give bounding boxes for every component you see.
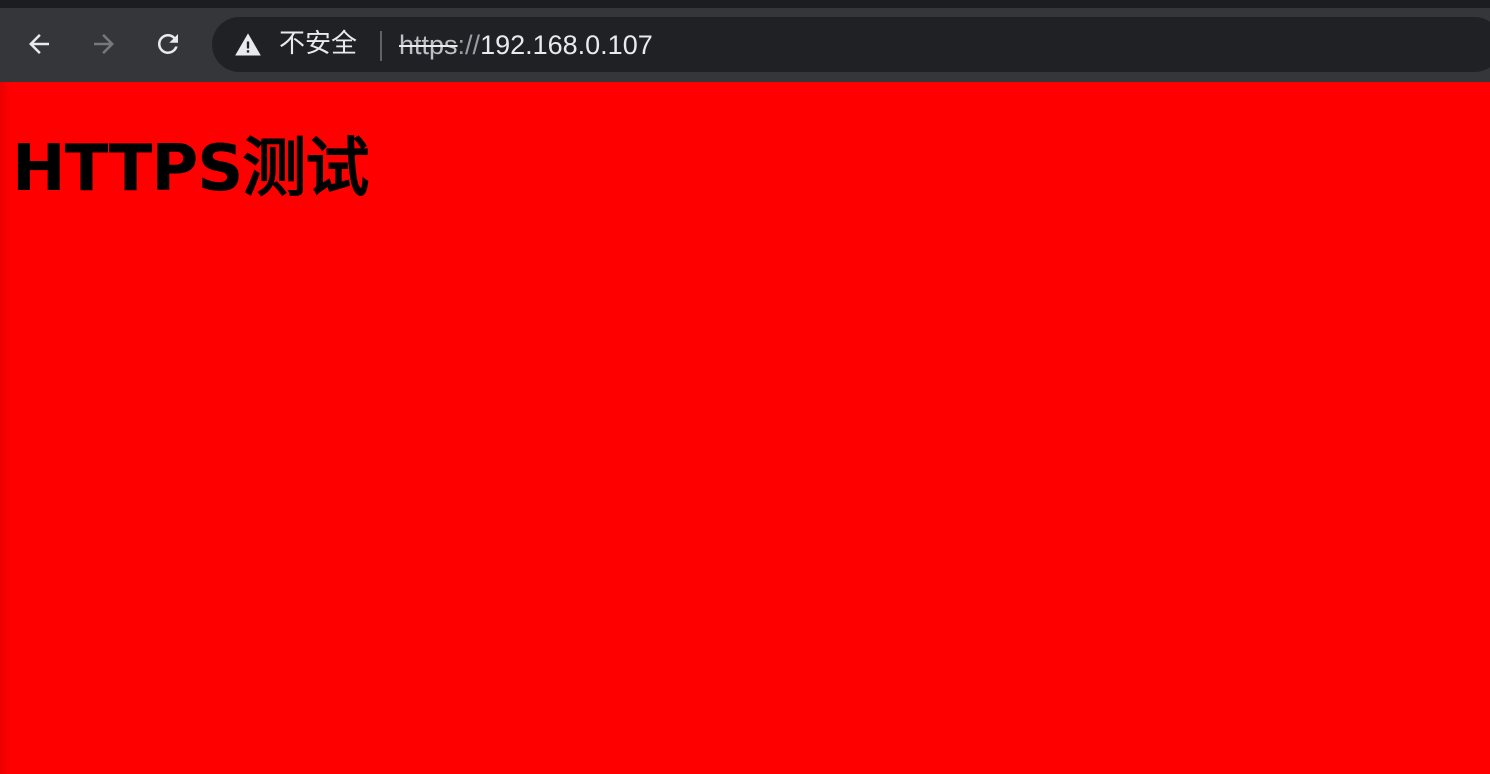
arrow-left-icon <box>29 34 49 54</box>
url-scheme: https <box>399 30 458 60</box>
omnibox-divider <box>380 31 382 61</box>
page-viewport: HTTPS测试 <box>0 82 1490 774</box>
forward-button[interactable] <box>86 26 122 62</box>
url-text[interactable]: https://192.168.0.107 <box>399 30 653 60</box>
tab-strip <box>0 0 1490 8</box>
address-bar[interactable]: 不安全 https://192.168.0.107 <box>212 17 1490 72</box>
url-separator: :// <box>457 30 481 60</box>
url-host: 192.168.0.107 <box>480 30 653 60</box>
back-button[interactable] <box>21 26 57 62</box>
reload-button[interactable] <box>150 26 186 62</box>
reload-icon <box>157 33 178 54</box>
page-heading: HTTPS测试 <box>12 132 369 206</box>
viewport-edge-shade <box>0 82 12 774</box>
security-status-label[interactable]: 不安全 <box>279 29 357 59</box>
warning-triangle-icon[interactable] <box>234 31 262 59</box>
browser-toolbar: 不安全 https://192.168.0.107 <box>0 8 1490 82</box>
arrow-right-icon <box>94 34 114 54</box>
browser-chrome: 不安全 https://192.168.0.107 <box>0 0 1490 82</box>
